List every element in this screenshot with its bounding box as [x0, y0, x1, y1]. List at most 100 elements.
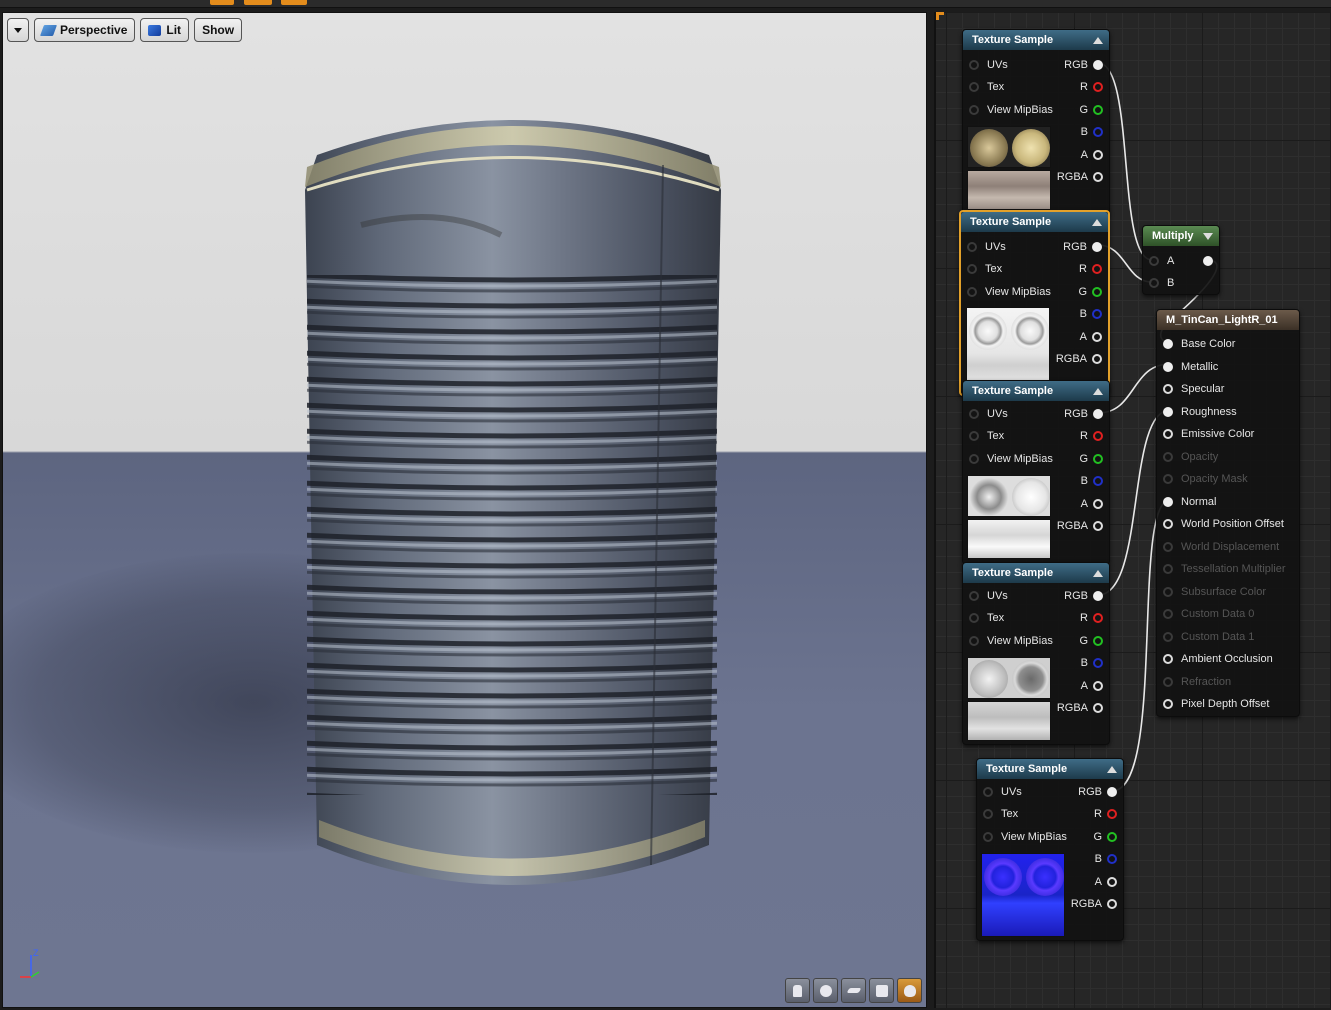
material-input-ambient-occlusion[interactable]: Ambient Occlusion: [1163, 650, 1273, 668]
output-result[interactable]: [1198, 252, 1213, 270]
material-input-emissive-color[interactable]: Emissive Color: [1163, 425, 1254, 443]
input-a[interactable]: A: [1149, 252, 1174, 270]
input-view-mipbias[interactable]: View MipBias: [969, 450, 1053, 468]
output-rgb[interactable]: RGB: [1064, 405, 1103, 423]
material-input-metallic[interactable]: Metallic: [1163, 358, 1218, 376]
material-input-roughness[interactable]: Roughness: [1163, 403, 1237, 421]
output-rgba[interactable]: RGBA: [1071, 895, 1117, 913]
texture-sample-node-4[interactable]: Texture Sample UVs Tex View MipBias RGB …: [962, 562, 1110, 745]
output-rgb[interactable]: RGB: [1064, 56, 1103, 74]
material-input-tessellation-multiplier[interactable]: Tessellation Multiplier: [1163, 560, 1286, 578]
show-button[interactable]: Show: [194, 18, 243, 42]
output-b[interactable]: B: [1081, 472, 1103, 490]
input-uvs[interactable]: UVs: [969, 56, 1008, 74]
texture-sample-header[interactable]: Texture Sample: [963, 381, 1109, 401]
multiply-node[interactable]: Multiply A B: [1142, 225, 1220, 295]
texture-sample-node-1[interactable]: Texture Sample UVs Tex View MipBias RGB …: [962, 29, 1110, 215]
output-r[interactable]: R: [1079, 260, 1102, 278]
output-g[interactable]: G: [1093, 828, 1117, 846]
toolbar-button-3[interactable]: [281, 0, 307, 5]
output-b[interactable]: B: [1080, 305, 1102, 323]
output-a[interactable]: A: [1081, 495, 1103, 513]
input-b[interactable]: B: [1149, 274, 1174, 292]
output-b[interactable]: B: [1081, 654, 1103, 672]
input-view-mipbias[interactable]: View MipBias: [967, 283, 1051, 301]
input-uvs[interactable]: UVs: [969, 405, 1008, 423]
output-rgba[interactable]: RGBA: [1057, 168, 1103, 186]
output-a[interactable]: A: [1081, 677, 1103, 695]
material-input-specular[interactable]: Specular: [1163, 380, 1224, 398]
input-uvs[interactable]: UVs: [983, 783, 1022, 801]
3d-viewport[interactable]: Perspective Lit Show Z: [2, 12, 927, 1008]
material-input-custom-data-1[interactable]: Custom Data 1: [1163, 628, 1254, 646]
sphere-preview-button[interactable]: [813, 978, 838, 1003]
multiply-header[interactable]: Multiply: [1143, 226, 1219, 246]
input-view-mipbias[interactable]: View MipBias: [969, 101, 1053, 119]
texture-sample-header[interactable]: Texture Sample: [977, 759, 1123, 779]
output-g[interactable]: G: [1079, 101, 1103, 119]
output-a[interactable]: A: [1095, 873, 1117, 891]
collapse-icon[interactable]: [1093, 569, 1103, 577]
input-view-mipbias[interactable]: View MipBias: [983, 828, 1067, 846]
input-tex[interactable]: Tex: [967, 260, 1002, 278]
cylinder-preview-button[interactable]: [785, 978, 810, 1003]
output-rgb[interactable]: RGB: [1063, 238, 1102, 256]
lit-button[interactable]: Lit: [140, 18, 190, 42]
output-r[interactable]: R: [1080, 609, 1103, 627]
material-input-opacity[interactable]: Opacity: [1163, 448, 1218, 466]
texture-sample-header[interactable]: Texture Sample: [963, 563, 1109, 583]
input-uvs[interactable]: UVs: [969, 587, 1008, 605]
collapse-icon[interactable]: [1093, 36, 1103, 44]
material-input-base-color[interactable]: Base Color: [1163, 335, 1235, 353]
material-input-world-position-offset[interactable]: World Position Offset: [1163, 515, 1284, 533]
output-g[interactable]: G: [1078, 283, 1102, 301]
toolbar-button-2[interactable]: [244, 0, 272, 5]
input-uvs[interactable]: UVs: [967, 238, 1006, 256]
texture-sample-node-5[interactable]: Texture Sample UVs Tex View MipBias RGB …: [976, 758, 1124, 941]
output-b[interactable]: B: [1095, 850, 1117, 868]
teapot-preview-button[interactable]: [897, 978, 922, 1003]
material-result-node[interactable]: M_TinCan_LightR_01 Base Color Metallic Spe…: [1156, 309, 1300, 717]
output-b[interactable]: B: [1081, 123, 1103, 141]
input-tex[interactable]: Tex: [983, 805, 1018, 823]
plane-preview-button[interactable]: [841, 978, 866, 1003]
collapse-icon[interactable]: [1107, 765, 1117, 773]
collapse-icon[interactable]: [1092, 218, 1102, 226]
pin-icon: [1093, 127, 1103, 137]
texture-sample-header[interactable]: Texture Sample: [963, 30, 1109, 50]
collapse-icon[interactable]: [1093, 387, 1103, 395]
output-r[interactable]: R: [1080, 78, 1103, 96]
output-rgb[interactable]: RGB: [1078, 783, 1117, 801]
material-graph[interactable]: Texture Sample UVs Tex View MipBias RGB …: [934, 12, 1331, 1008]
viewport-options-button[interactable]: [7, 18, 29, 42]
output-rgba[interactable]: RGBA: [1056, 350, 1102, 368]
material-input-custom-data-0[interactable]: Custom Data 0: [1163, 605, 1254, 623]
material-header[interactable]: M_TinCan_LightR_01: [1157, 310, 1299, 330]
input-tex[interactable]: Tex: [969, 427, 1004, 445]
cube-preview-button[interactable]: [869, 978, 894, 1003]
input-tex[interactable]: Tex: [969, 609, 1004, 627]
input-tex[interactable]: Tex: [969, 78, 1004, 96]
texture-sample-node-3[interactable]: Texture Sample UVs Tex View MipBias RGB …: [962, 380, 1110, 565]
output-rgba[interactable]: RGBA: [1057, 699, 1103, 717]
material-input-normal[interactable]: Normal: [1163, 493, 1216, 511]
texture-sample-header[interactable]: Texture Sample: [961, 212, 1108, 232]
output-r[interactable]: R: [1094, 805, 1117, 823]
output-a[interactable]: A: [1081, 146, 1103, 164]
toolbar-button-1[interactable]: [210, 0, 234, 5]
output-g[interactable]: G: [1079, 632, 1103, 650]
output-rgb[interactable]: RGB: [1064, 587, 1103, 605]
output-r[interactable]: R: [1080, 427, 1103, 445]
material-input-world-displacement[interactable]: World Displacement: [1163, 538, 1279, 556]
material-input-refraction[interactable]: Refraction: [1163, 673, 1231, 691]
material-input-subsurface-color[interactable]: Subsurface Color: [1163, 583, 1266, 601]
output-a[interactable]: A: [1080, 328, 1102, 346]
output-g[interactable]: G: [1079, 450, 1103, 468]
expand-icon[interactable]: [1203, 232, 1213, 240]
material-input-opacity-mask[interactable]: Opacity Mask: [1163, 470, 1248, 488]
output-rgba[interactable]: RGBA: [1057, 517, 1103, 535]
perspective-button[interactable]: Perspective: [34, 18, 136, 42]
material-input-pixel-depth-offset[interactable]: Pixel Depth Offset: [1163, 695, 1269, 713]
input-view-mipbias[interactable]: View MipBias: [969, 632, 1053, 650]
texture-sample-node-2[interactable]: Texture Sample UVs Tex View MipBias RGB …: [959, 210, 1110, 396]
